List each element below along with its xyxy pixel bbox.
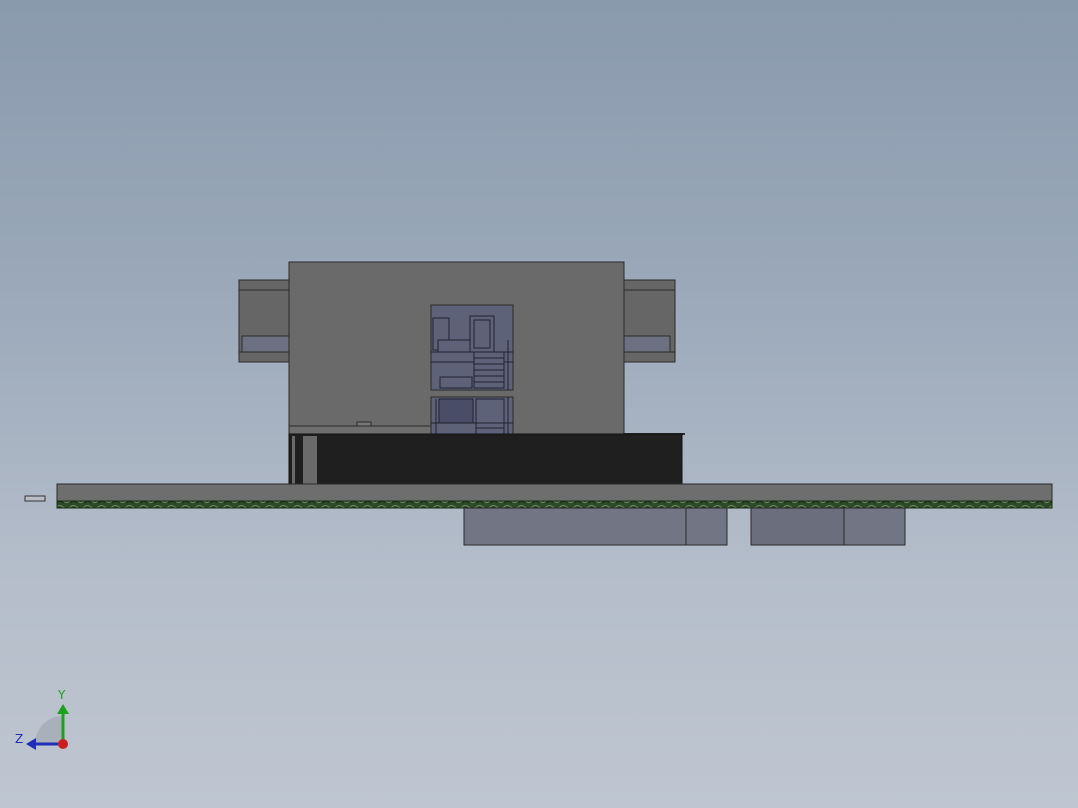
- x-axis-origin-icon: [58, 739, 68, 749]
- right-side-bracket[interactable]: [623, 279, 676, 363]
- pcb-layer[interactable]: [56, 500, 1053, 509]
- graphics-viewport[interactable]: Y Z: [0, 0, 1078, 808]
- cad-model[interactable]: [0, 0, 1078, 808]
- lower-left-component[interactable]: [463, 507, 728, 546]
- triad-graphic: [26, 704, 69, 750]
- left-side-bracket[interactable]: [238, 279, 291, 363]
- housing-tab[interactable]: [356, 421, 372, 427]
- reference-triad: Y Z: [14, 686, 84, 752]
- z-axis-label: Z: [15, 732, 24, 746]
- lower-window-detail[interactable]: [430, 396, 514, 435]
- small-pin-part[interactable]: [24, 495, 46, 502]
- lower-right-component[interactable]: [750, 507, 906, 546]
- housing-ledge[interactable]: [288, 425, 432, 435]
- upper-window-detail[interactable]: [430, 304, 514, 391]
- triad-quarter-disc: [35, 716, 63, 744]
- base-plate[interactable]: [56, 483, 1053, 502]
- y-axis-label: Y: [58, 688, 66, 702]
- dark-base-block[interactable]: [288, 433, 683, 486]
